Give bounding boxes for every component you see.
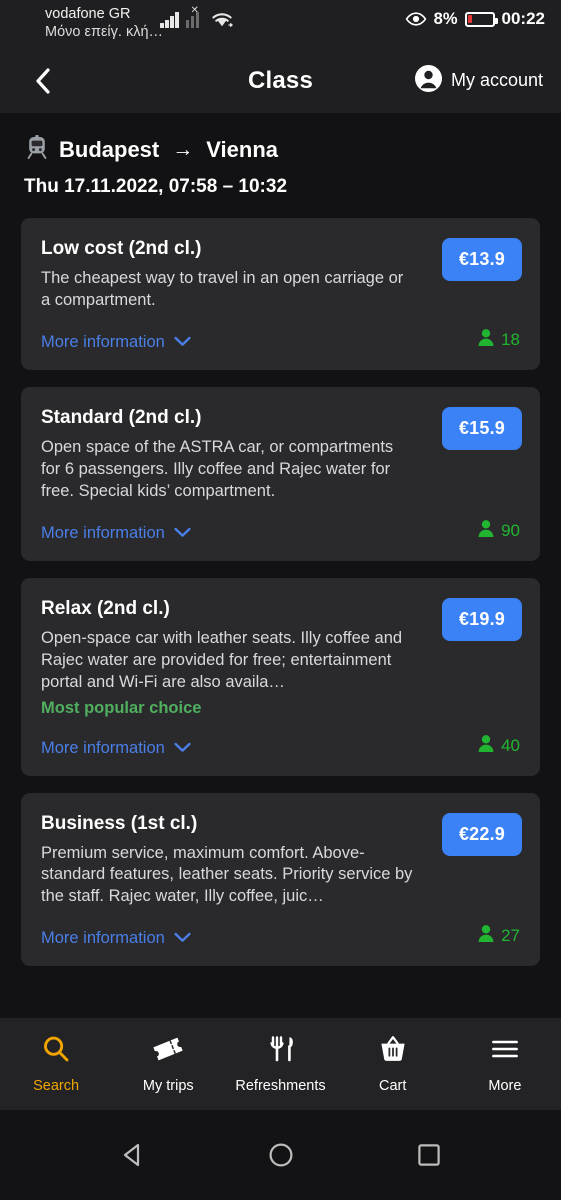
android-recents-icon[interactable]	[414, 1140, 444, 1170]
android-back-icon[interactable]	[118, 1140, 148, 1170]
route-row: Budapest → Vienna	[0, 113, 561, 164]
my-account-label: My account	[450, 70, 543, 90]
seats-count: 27	[501, 926, 520, 946]
passenger-icon	[477, 734, 495, 758]
nav-label-my-trips: My trips	[142, 1078, 194, 1094]
status-bar: vodafone GR Μόνο επείγ. κλή… ✕ 8% 00:22	[0, 0, 561, 48]
passenger-icon	[477, 519, 495, 543]
origin-station: Budapest	[59, 136, 160, 162]
nav-item-my-trips[interactable]: My trips	[112, 1034, 224, 1094]
basket-icon	[378, 1034, 408, 1069]
price-badge[interactable]: €15.9	[442, 406, 522, 450]
available-seats: 27	[477, 924, 520, 948]
ticket-icon	[151, 1034, 185, 1069]
nav-label-refreshments: Refreshments	[235, 1078, 326, 1094]
direction-arrow-icon: →	[172, 137, 194, 161]
app-bar: Class My account	[0, 48, 561, 113]
popular-badge: Most popular choice	[41, 698, 202, 717]
bottom-navigation: Search My trips Refreshments Cart More	[0, 1018, 561, 1110]
seats-count: 18	[501, 329, 520, 349]
price-badge[interactable]: €22.9	[442, 812, 522, 856]
carrier-name: vodafone GR	[45, 6, 131, 22]
status-clock: 00:22	[501, 9, 545, 28]
more-information-label: More information	[41, 738, 165, 757]
price-badge[interactable]: €13.9	[442, 238, 522, 281]
android-system-nav	[0, 1110, 561, 1200]
nav-item-more[interactable]: More	[449, 1034, 561, 1094]
status-signal-group: ✕	[160, 5, 233, 28]
available-seats: 18	[477, 328, 520, 352]
journey-datetime: Thu 17.11.2022, 07:58 – 10:32	[24, 176, 288, 197]
journey-header: Budapest → Vienna Thu 17.11.2022, 07:58 …	[0, 113, 561, 198]
signal-bars-sim1	[160, 10, 179, 28]
more-information-label: More information	[41, 332, 165, 351]
class-description: The cheapest way to travel in an open ca…	[41, 269, 404, 309]
chevron-down-icon	[174, 333, 191, 352]
eye-comfort-icon	[405, 12, 427, 26]
android-home-icon[interactable]	[266, 1140, 296, 1170]
passenger-icon	[477, 328, 495, 352]
chevron-down-icon	[174, 739, 191, 758]
phone-screen: vodafone GR Μόνο επείγ. κλή… ✕ 8% 00:22 …	[0, 0, 561, 1200]
carrier-status: Μόνο επείγ. κλή…	[45, 24, 164, 41]
more-information-label: More information	[41, 929, 165, 948]
carrier-info: vodafone GR Μόνο επείγ. κλή…	[45, 5, 163, 41]
chevron-down-icon	[174, 929, 191, 948]
nav-label-more: More	[488, 1078, 522, 1094]
nav-label-cart: Cart	[379, 1078, 407, 1094]
more-information-link[interactable]: More information	[41, 333, 191, 352]
seats-count: 40	[501, 735, 520, 755]
class-card[interactable]: Low cost (2nd cl.) The cheapest way to t…	[21, 218, 540, 370]
more-information-link[interactable]: More information	[41, 739, 191, 758]
class-description: Open-space car with leather seats. Illy …	[41, 628, 403, 691]
more-information-link[interactable]: More information	[41, 929, 191, 948]
class-list: Low cost (2nd cl.) The cheapest way to t…	[21, 218, 540, 983]
train-icon	[26, 135, 48, 164]
class-card[interactable]: Business (1st cl.) Premium service, maxi…	[21, 792, 540, 967]
available-seats: 90	[477, 519, 520, 543]
seats-count: 90	[501, 520, 520, 540]
avatar-icon	[414, 64, 442, 97]
cutlery-icon	[266, 1034, 296, 1069]
nav-label-search: Search	[33, 1078, 80, 1094]
more-information-link[interactable]: More information	[41, 524, 191, 543]
more-information-label: More information	[41, 523, 165, 542]
class-description: Open space of the ASTRA car, or compartm…	[41, 437, 394, 500]
signal-bars-sim2-no-service-icon: ✕	[185, 5, 205, 28]
nav-item-refreshments[interactable]: Refreshments	[224, 1034, 336, 1094]
chevron-down-icon	[174, 524, 191, 543]
nav-item-search[interactable]: Search	[0, 1034, 112, 1094]
class-card[interactable]: Relax (2nd cl.) Open-space car with leat…	[21, 577, 540, 776]
battery-icon	[464, 11, 498, 27]
hamburger-icon	[490, 1034, 520, 1069]
status-right-group: 8% 00:22	[405, 9, 545, 29]
search-icon	[41, 1034, 71, 1069]
battery-percent: 8%	[433, 9, 458, 28]
destination-station: Vienna	[206, 136, 278, 162]
available-seats: 40	[477, 734, 520, 758]
class-description: Premium service, maximum comfort. Above-…	[41, 843, 413, 906]
my-account-button[interactable]: My account	[414, 64, 543, 97]
class-card[interactable]: Standard (2nd cl.) Open space of the AST…	[21, 386, 540, 561]
wifi-icon	[211, 10, 233, 28]
passenger-icon	[477, 924, 495, 948]
back-button[interactable]	[28, 66, 58, 96]
nav-item-cart[interactable]: Cart	[337, 1034, 449, 1094]
price-badge[interactable]: €19.9	[442, 597, 522, 641]
